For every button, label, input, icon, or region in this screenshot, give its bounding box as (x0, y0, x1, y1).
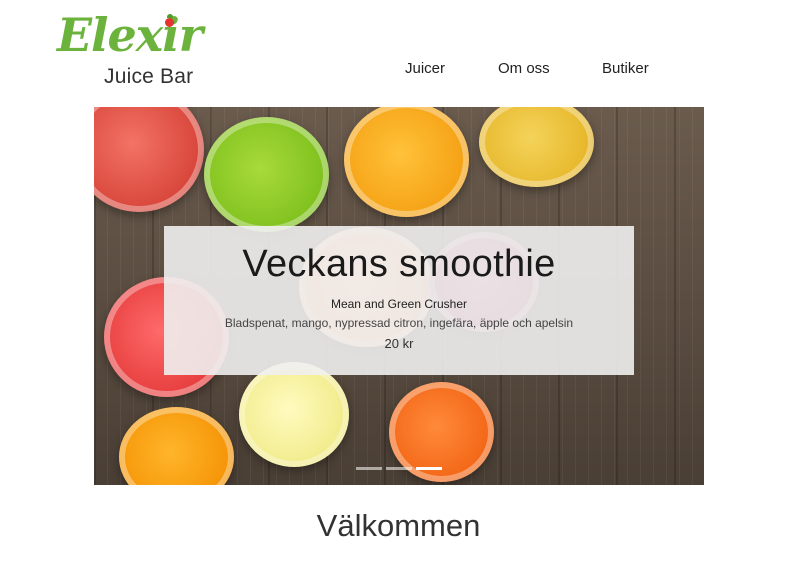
hero-carousel[interactable]: Veckans smoothie Mean and Green Crusher … (94, 107, 704, 485)
caption-product-name: Mean and Green Crusher (330, 297, 468, 311)
nav-item-om-oss[interactable]: Om oss (498, 60, 550, 77)
caption-price: 20 kr (384, 336, 414, 351)
carousel-indicator-active[interactable] (416, 467, 442, 470)
logo[interactable]: Elexir Juice Bar (57, 8, 207, 92)
nav-item-juicer[interactable]: Juicer (405, 60, 445, 77)
carousel-caption: Veckans smoothie Mean and Green Crusher … (164, 226, 634, 375)
logo-script-text: Elexir (57, 8, 203, 62)
smoothie-glass-image (94, 107, 204, 212)
logo-sub-text: Juice Bar (104, 65, 194, 88)
smoothie-glass-image (119, 407, 234, 485)
carousel-indicator[interactable] (386, 467, 412, 470)
caption-title: Veckans smoothie (242, 243, 556, 285)
smoothie-glass-image (344, 107, 469, 217)
nav-item-butiker[interactable]: Butiker (602, 60, 649, 77)
smoothie-glass-image (479, 107, 594, 187)
carousel-indicator[interactable] (356, 467, 382, 470)
smoothie-glass-image (204, 117, 329, 232)
strawberry-icon (165, 14, 174, 27)
welcome-heading: Välkommen (316, 508, 481, 543)
smoothie-glass-image (239, 362, 349, 467)
caption-description: Bladspenat, mango, nypressad citron, ing… (224, 316, 574, 330)
